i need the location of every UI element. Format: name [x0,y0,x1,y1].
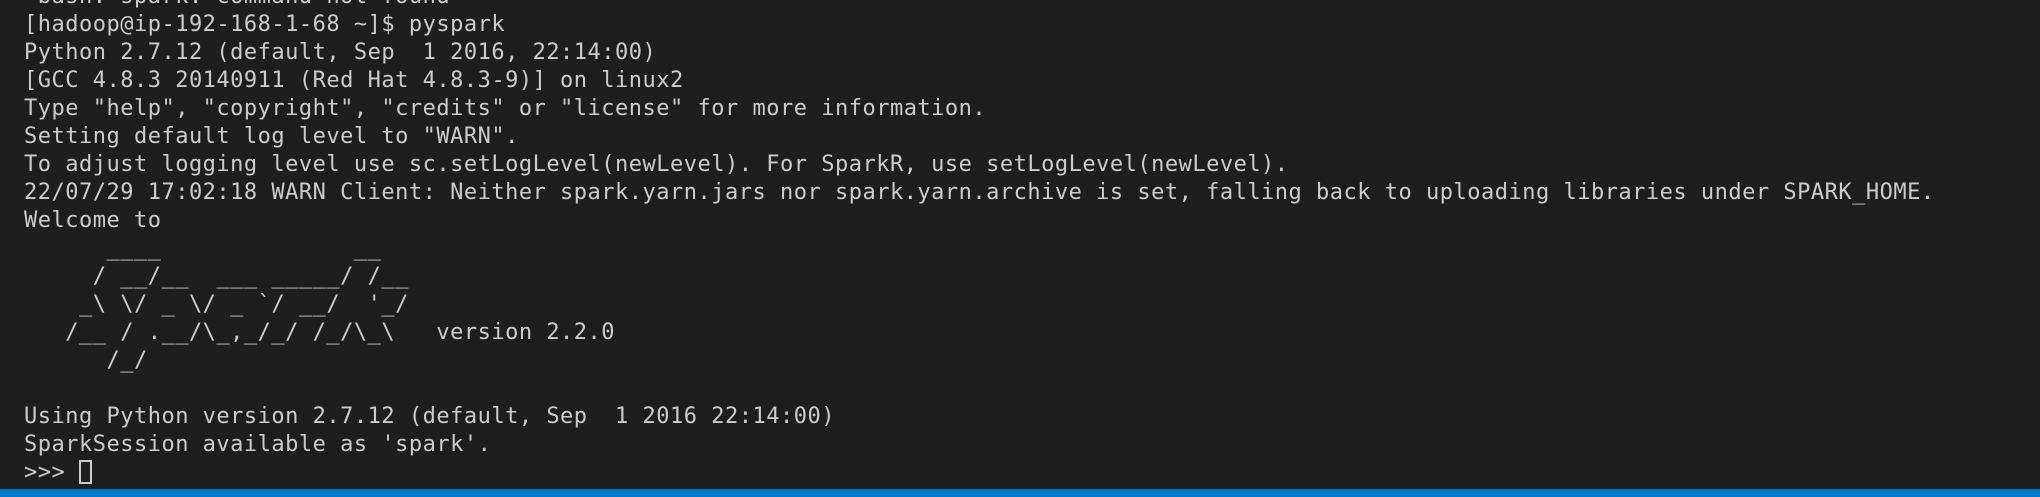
terminal-cursor[interactable] [78,460,92,484]
terminal-line-help: Type "help", "copyright", "credits" or "… [24,96,987,121]
status-bar [0,489,2040,497]
terminal-line-gcc: [GCC 4.8.3 20140911 (Red Hat 4.8.3-9)] o… [24,68,684,93]
terminal-window[interactable]: -bash: spark: command not found [hadoop@… [0,0,2040,489]
terminal-line-welcome: Welcome to [24,208,162,233]
terminal-line-using-python: Using Python version 2.7.12 (default, Se… [24,404,835,429]
spark-logo-line-5: /_/ [24,348,148,373]
terminal-line-python-version: Python 2.7.12 (default, Sep 1 2016, 22:1… [24,40,657,65]
terminal-line-spark-session: SparkSession available as 'spark'. [24,432,492,457]
terminal-line-adjust-logging: To adjust logging level use sc.setLogLev… [24,152,1289,177]
terminal-output: -bash: spark: command not found [hadoop@… [24,0,1935,487]
python-prompt: >>> [24,460,79,485]
terminal-line-warn: 22/07/29 17:02:18 WARN Client: Neither s… [24,180,1935,205]
spark-logo-line-1: ____ __ [24,236,382,261]
terminal-line-error: -bash: spark: command not found [24,0,1935,11]
spark-logo-line-3: _\ \/ _ \/ _ `/ __/ '_/ [24,292,409,317]
spark-logo-line-2: / __/__ ___ _____/ /__ [24,264,409,289]
terminal-prompt-line[interactable]: >>> [24,459,1935,487]
terminal-line-command: [hadoop@ip-192-168-1-68 ~]$ pyspark [24,12,506,37]
spark-logo-line-4-version: /__ / .__/\_,_/_/ /_/\_\ version 2.2.0 [24,320,616,345]
terminal-line-log-level: Setting default log level to "WARN". [24,124,519,149]
